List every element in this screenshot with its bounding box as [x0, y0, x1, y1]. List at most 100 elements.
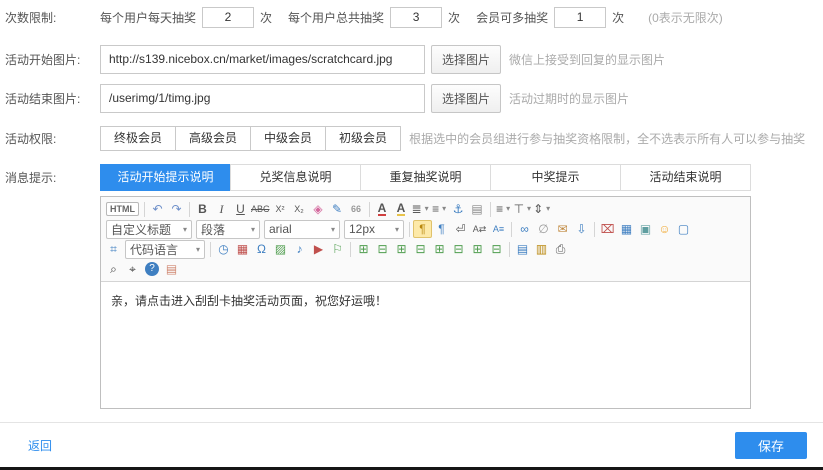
print-icon[interactable]: ⎙	[551, 240, 570, 258]
choose-end-image-button[interactable]: 选择图片	[431, 84, 501, 113]
auto-typeset-icon[interactable]: A≡	[489, 220, 508, 238]
chevron-down-icon: ▾	[196, 245, 200, 254]
back-link[interactable]: 返回	[28, 437, 52, 454]
end-image-url-input[interactable]	[100, 84, 425, 113]
message-row: 消息提示: 活动开始提示说明 兑奖信息说明 重复抽奖说明 中奖提示 活动结束说明	[0, 164, 823, 191]
align-dropdown-icon[interactable]: ≡▾	[494, 200, 513, 218]
delete-col-icon[interactable]: ⊟	[449, 240, 468, 258]
word-wrap-icon[interactable]: ⏎	[451, 220, 470, 238]
template-icon[interactable]: ▦	[617, 220, 636, 238]
strikethrough-icon[interactable]: ABC	[250, 200, 271, 218]
font-size-select[interactable]: 12px▾	[344, 220, 404, 239]
music-icon[interactable]: ♪	[290, 240, 309, 258]
vertical-align-dropdown-icon[interactable]: ⊤▾	[513, 200, 532, 218]
merge-cells-icon[interactable]: ⊞	[468, 240, 487, 258]
limit-hint: (0表示无限次)	[648, 9, 723, 26]
start-image-row: 活动开始图片: 选择图片 微信上接受到回复的显示图片	[0, 44, 823, 74]
toolbar-separator	[409, 222, 410, 237]
start-image-url-input[interactable]	[100, 45, 425, 74]
drafts-icon[interactable]: ▤	[162, 260, 181, 278]
preview-icon[interactable]: ▥	[532, 240, 551, 258]
editor-content[interactable]: 亲，请点击进入刮刮卡抽奖活动页面，祝您好运哦！	[101, 282, 750, 408]
font-color-icon[interactable]: A	[373, 200, 392, 218]
editor-row: HTML↶↷BIUABCX²X₂◈✎66AA≣▾≡▾⚓▤≡▾⊤▾⇕▾ 自定义标题…	[0, 196, 823, 409]
bold-icon[interactable]: B	[193, 200, 212, 218]
code-snippet-icon[interactable]: ⌗	[104, 240, 123, 258]
ordered-list-icon[interactable]: ≣▾	[411, 200, 430, 218]
blockquote-icon[interactable]: 66	[347, 200, 366, 218]
insert-row-icon[interactable]: ⊞	[392, 240, 411, 258]
tab-redeem-info[interactable]: 兑奖信息说明	[230, 164, 361, 191]
redo-icon[interactable]: ↷	[167, 200, 186, 218]
split-cells-icon[interactable]: ⊟	[487, 240, 506, 258]
insert-col-icon[interactable]: ⊞	[430, 240, 449, 258]
member-extra-draw-input[interactable]	[554, 7, 606, 28]
footer: 返回 保存	[0, 423, 823, 459]
download-icon[interactable]: ⇩	[572, 220, 591, 238]
source-code-button[interactable]: HTML	[106, 202, 139, 216]
snapshot-icon[interactable]: ▣	[636, 220, 655, 238]
start-image-label: 活动开始图片:	[0, 51, 100, 68]
superscript-icon[interactable]: X²	[271, 200, 290, 218]
member-group-senior-button[interactable]: 高级会员	[175, 126, 251, 151]
format-painter-icon[interactable]: ✎	[328, 200, 347, 218]
chevron-down-icon: ▾	[331, 225, 335, 234]
anchor-icon[interactable]: ⚓	[449, 200, 468, 218]
letter-spacing-icon[interactable]: A⇄	[470, 220, 489, 238]
special-chars-icon[interactable]: Ω	[252, 240, 271, 258]
message-label: 消息提示:	[0, 169, 100, 186]
chevron-down-icon: ▾	[527, 201, 531, 217]
cleardoc-icon[interactable]: ⌧	[598, 220, 617, 238]
link-icon[interactable]: ∞	[515, 220, 534, 238]
delete-table-icon[interactable]: ⊟	[373, 240, 392, 258]
daily-draw-limit-input[interactable]	[202, 7, 254, 28]
subscript-icon[interactable]: X₂	[290, 200, 309, 218]
insert-frame-icon[interactable]: ▢	[674, 220, 693, 238]
tab-activity-start-note[interactable]: 活动开始提示说明	[100, 164, 231, 191]
code-language-select[interactable]: 代码语言▾	[125, 240, 205, 259]
choose-start-image-button[interactable]: 选择图片	[431, 45, 501, 74]
paragraph-ltr-icon[interactable]: ¶	[413, 220, 432, 238]
toolbar-separator	[511, 222, 512, 237]
image-icon[interactable]: ▨	[271, 240, 290, 258]
time-icon[interactable]: ◷	[214, 240, 233, 258]
start-image-hint: 微信上接受到回复的显示图片	[509, 51, 665, 68]
unlink-icon[interactable]: ∅	[534, 220, 553, 238]
page-break-icon[interactable]: ▤	[468, 200, 487, 218]
paragraph-select[interactable]: 段落▾	[196, 220, 260, 239]
message-tabs: 活动开始提示说明 兑奖信息说明 重复抽奖说明 中奖提示 活动结束说明	[100, 164, 751, 191]
date-icon[interactable]: ▦	[233, 240, 252, 258]
chevron-down-icon: ▾	[395, 225, 399, 234]
toolbar-separator	[189, 202, 190, 217]
delete-row-icon[interactable]: ⊟	[411, 240, 430, 258]
paragraph-rtl-icon[interactable]: ¶	[432, 220, 451, 238]
map-icon[interactable]: ⚐	[328, 240, 347, 258]
daily-limit-unit: 次	[260, 9, 272, 26]
emotion-icon[interactable]: ☺	[655, 220, 674, 238]
tab-activity-end-note[interactable]: 活动结束说明	[620, 164, 751, 191]
undo-icon[interactable]: ↶	[148, 200, 167, 218]
member-group-intermediate-button[interactable]: 中级会员	[250, 126, 326, 151]
italic-icon[interactable]: I	[212, 200, 231, 218]
remove-format-icon[interactable]: ◈	[309, 200, 328, 218]
unordered-list-icon[interactable]: ≡▾	[430, 200, 449, 218]
total-draw-limit-input[interactable]	[390, 7, 442, 28]
help-icon[interactable]: ?	[145, 262, 159, 276]
font-family-select[interactable]: arial▾	[264, 220, 340, 239]
member-group-junior-button[interactable]: 初级会员	[325, 126, 401, 151]
editor-toolbar: HTML↶↷BIUABCX²X₂◈✎66AA≣▾≡▾⚓▤≡▾⊤▾⇕▾ 自定义标题…	[101, 197, 750, 282]
tab-winning-prompt[interactable]: 中奖提示	[490, 164, 621, 191]
member-group-ultimate-button[interactable]: 终极会员	[100, 126, 176, 151]
underline-icon[interactable]: U	[231, 200, 250, 218]
background-color-icon[interactable]: A	[392, 200, 411, 218]
custom-title-select[interactable]: 自定义标题▾	[106, 220, 192, 239]
line-height-dropdown-icon[interactable]: ⇕▾	[532, 200, 551, 218]
source-view-icon[interactable]: ▤	[513, 240, 532, 258]
mail-icon[interactable]: ✉	[553, 220, 572, 238]
video-icon[interactable]: ▶	[309, 240, 328, 258]
spellcheck-icon[interactable]: ⌖	[123, 260, 142, 278]
insert-table-icon[interactable]: ⊞	[354, 240, 373, 258]
tab-repeat-draw-note[interactable]: 重复抽奖说明	[360, 164, 491, 191]
search-replace-icon[interactable]: ⌕	[104, 260, 123, 278]
save-button[interactable]: 保存	[735, 432, 807, 459]
